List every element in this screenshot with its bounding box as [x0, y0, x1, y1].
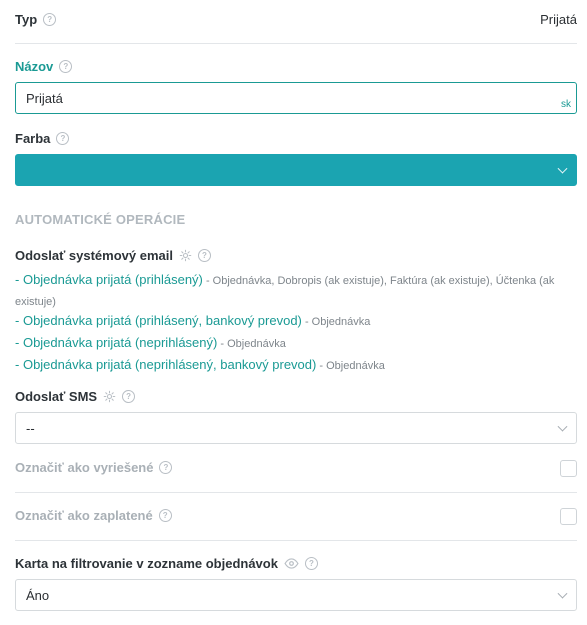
nazov-label-text: Názov — [15, 59, 54, 74]
email-template-link[interactable]: Objednávka prijatá (neprihlásený) — [23, 335, 217, 350]
chevron-down-icon — [557, 163, 568, 174]
filter-tab-label: Karta na filtrovanie v zozname objednávo… — [15, 556, 318, 571]
mark-paid-label-text: Označiť ako zaplatené — [15, 508, 153, 523]
help-icon[interactable]: ? — [43, 13, 57, 26]
mark-resolved-label: Označiť ako vyriešené ? — [15, 460, 173, 475]
language-indicator[interactable]: sk — [561, 99, 571, 110]
typ-label: Typ ? — [15, 12, 57, 27]
list-prefix: - — [15, 357, 23, 372]
nazov-input-value: Prijatá — [26, 90, 63, 106]
help-icon[interactable]: ? — [197, 249, 211, 262]
sms-select[interactable]: -- — [15, 412, 577, 444]
farba-label-text: Farba — [15, 131, 51, 146]
email-template-item: - Objednávka prijatá (neprihlásený) - Ob… — [15, 333, 577, 354]
divider — [15, 43, 577, 44]
gear-icon[interactable] — [179, 249, 192, 262]
divider — [15, 492, 577, 493]
typ-value: Prijatá — [540, 12, 577, 27]
list-prefix: - — [15, 272, 23, 287]
help-icon[interactable]: ? — [122, 390, 136, 403]
color-select[interactable] — [15, 154, 577, 186]
mark-resolved-checkbox[interactable] — [560, 460, 577, 477]
help-icon[interactable]: ? — [56, 132, 70, 145]
sms-label: Odoslať SMS ? — [15, 389, 136, 404]
email-template-attachments: - Objednávka — [301, 316, 371, 328]
email-label-text: Odoslať systémový email — [15, 248, 173, 263]
mark-paid-label: Označiť ako zaplatené ? — [15, 508, 172, 523]
nazov-input[interactable]: Prijatá sk — [15, 82, 577, 114]
mark-resolved-label-text: Označiť ako vyriešené — [15, 460, 154, 475]
email-template-item: - Objednávka prijatá (neprihlásený, bank… — [15, 355, 577, 376]
eye-icon[interactable] — [284, 558, 299, 569]
help-icon[interactable]: ? — [59, 60, 73, 73]
email-template-attachments: - Objednávka — [217, 338, 286, 350]
email-template-link[interactable]: Objednávka prijatá (prihlásený, bankový … — [23, 313, 302, 328]
typ-label-text: Typ — [15, 12, 38, 27]
list-prefix: - — [15, 335, 23, 350]
email-label: Odoslať systémový email ? — [15, 248, 211, 263]
sms-select-value: -- — [26, 420, 35, 436]
mark-paid-checkbox[interactable] — [560, 508, 577, 525]
email-template-attachments: - Objednávka — [316, 360, 385, 372]
section-title-auto-ops: AUTOMATICKÉ OPERÁCIE — [15, 212, 186, 227]
help-icon[interactable]: ? — [158, 509, 172, 522]
sms-label-text: Odoslať SMS — [15, 389, 98, 404]
email-template-link[interactable]: Objednávka prijatá (neprihlásený, bankov… — [23, 357, 316, 372]
gear-icon[interactable] — [103, 390, 116, 403]
chevron-down-icon — [557, 421, 568, 432]
help-icon[interactable]: ? — [159, 461, 173, 474]
email-template-item: - Objednávka prijatá (prihlásený, bankov… — [15, 311, 577, 332]
email-template-link[interactable]: Objednávka prijatá (prihlásený) — [23, 272, 203, 287]
help-icon[interactable]: ? — [304, 557, 318, 570]
filter-tab-select[interactable]: Áno — [15, 579, 577, 611]
farba-label: Farba ? — [15, 131, 70, 146]
divider — [15, 540, 577, 541]
filter-tab-select-value: Áno — [26, 587, 50, 603]
nazov-label: Názov ? — [15, 59, 73, 74]
chevron-down-icon — [557, 588, 568, 599]
email-template-item: - Objednávka prijatá (prihlásený) - Obje… — [15, 270, 577, 312]
list-prefix: - — [15, 313, 23, 328]
filter-tab-label-text: Karta na filtrovanie v zozname objednávo… — [15, 556, 278, 571]
